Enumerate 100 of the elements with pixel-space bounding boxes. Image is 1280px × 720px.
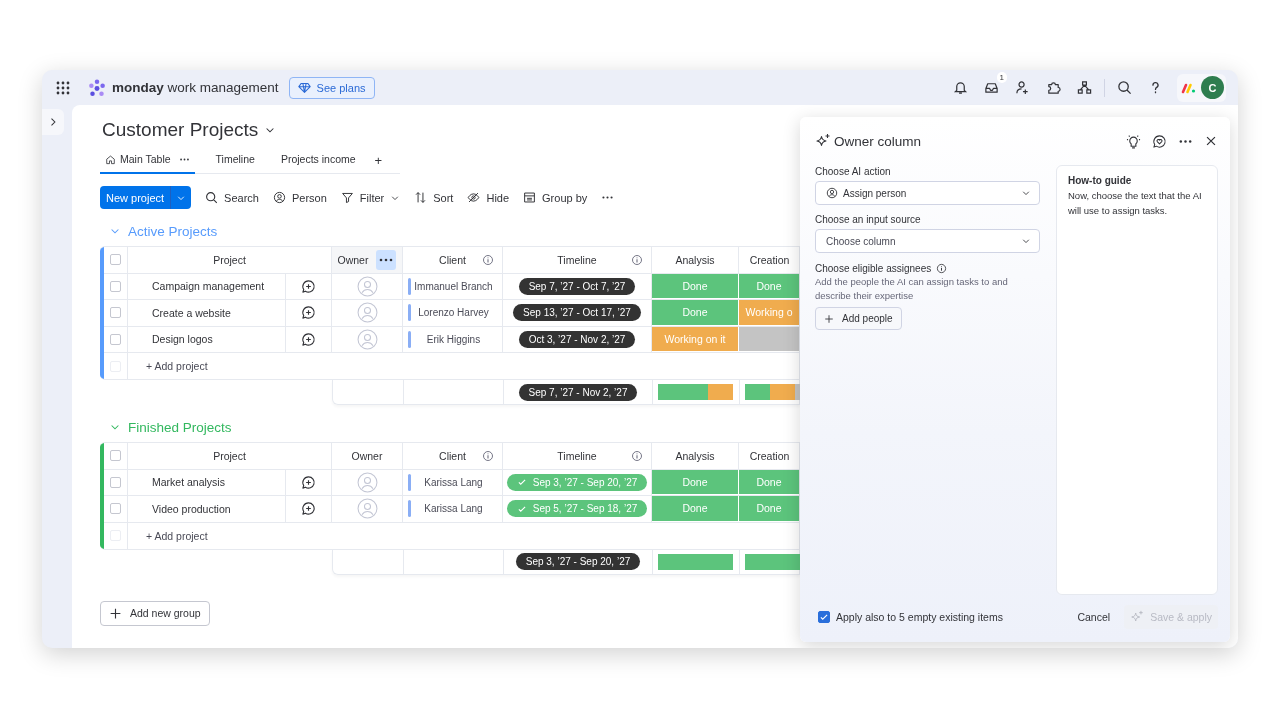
diamond-icon	[297, 81, 311, 94]
column-header[interactable]: Timeline	[557, 253, 597, 266]
close-icon[interactable]	[1204, 134, 1218, 148]
view-tab[interactable]: Projects income	[275, 147, 361, 174]
column-header[interactable]: Client	[439, 449, 466, 462]
column-header[interactable]: Creation	[749, 253, 790, 266]
check-icon	[516, 477, 527, 488]
add-group-button[interactable]: Add new group	[100, 600, 210, 626]
plus-icon	[824, 313, 834, 324]
timeline-pill[interactable]: Sep 7, ’27 - Oct 7, ’27	[518, 277, 636, 295]
info-icon[interactable]	[482, 254, 494, 266]
client-name: Karissa Lang	[423, 503, 484, 515]
panel-title: Owner column	[834, 133, 922, 149]
user-avatar[interactable]: C	[1201, 76, 1224, 99]
toolbar-button[interactable]: Hide	[467, 191, 510, 204]
toolbar-button[interactable]: Person	[272, 191, 327, 204]
field-label: Choose AI action	[815, 166, 892, 177]
lightbulb-icon[interactable]	[1126, 133, 1141, 149]
column-header[interactable]: Owner	[351, 449, 383, 462]
info-icon[interactable]	[631, 450, 643, 462]
info-icon[interactable]	[482, 450, 494, 462]
add-update-icon[interactable]	[301, 501, 316, 517]
field-description: Add the people the AI can assign tasks to and describe their expertise	[815, 275, 1009, 303]
sparkle-icon	[1130, 610, 1145, 624]
chat-icon[interactable]	[1152, 133, 1167, 149]
hidden-eye-icon	[467, 191, 481, 204]
select-all-checkbox[interactable]	[110, 450, 121, 462]
add-view-button[interactable]: +	[374, 152, 383, 168]
toolbar-button[interactable]: Search	[205, 191, 259, 204]
invite-person-icon[interactable]	[1015, 80, 1030, 95]
timeline-pill[interactable]: Oct 3, ’27 - Nov 2, ’27	[518, 330, 636, 348]
client-name: Immanuel Branch	[413, 280, 494, 292]
field-label: Choose an input source	[815, 214, 922, 225]
info-icon[interactable]	[631, 254, 643, 266]
toolbar-button[interactable]: Group by	[523, 191, 588, 204]
see-plans-button[interactable]: See plans	[288, 76, 375, 99]
cancel-button[interactable]: Cancel	[1071, 610, 1117, 624]
row-checkbox[interactable]	[110, 476, 121, 488]
apply-checkbox[interactable]	[818, 611, 830, 623]
column-header[interactable]: Project	[213, 449, 246, 462]
add-update-icon[interactable]	[301, 331, 316, 347]
row-checkbox[interactable]	[110, 503, 121, 515]
sort-icon	[414, 191, 428, 204]
notification-badge: 1	[996, 72, 1007, 83]
account-switcher[interactable]: C	[1177, 73, 1226, 102]
column-header[interactable]: Analysis	[675, 253, 715, 266]
add-update-icon[interactable]	[301, 305, 316, 321]
search-icon	[205, 191, 219, 204]
new-project-button[interactable]: New project	[100, 186, 192, 209]
logo-icon	[88, 78, 106, 97]
select-all-checkbox[interactable]	[110, 254, 121, 266]
sidebar-toggle[interactable]	[42, 109, 64, 135]
column-header[interactable]: Client	[439, 253, 466, 266]
row-checkbox[interactable]	[110, 307, 121, 319]
person-icon	[272, 191, 286, 204]
sparkle-icon	[815, 133, 831, 149]
plus-icon	[109, 606, 122, 620]
add-item-link[interactable]: + Add project	[128, 522, 799, 549]
status-cell[interactable]	[739, 326, 799, 352]
client-name: Lorenzo Harvey	[417, 307, 490, 319]
view-tab[interactable]: Main Table	[100, 147, 195, 174]
timeline-summary-pill: Sep 3, ’27 - Sep 20, ’27	[515, 553, 641, 570]
row-checkbox[interactable]	[110, 333, 121, 345]
item-name[interactable]: Create a website	[152, 306, 231, 319]
item-name[interactable]: Design logos	[152, 333, 213, 346]
item-name[interactable]: Campaign management	[152, 280, 265, 293]
item-name[interactable]: Video production	[152, 502, 231, 515]
column-header[interactable]: Timeline	[557, 449, 597, 462]
add-update-icon[interactable]	[301, 278, 316, 294]
dropdown-field[interactable]: Assign person	[815, 181, 1040, 205]
timeline-pill[interactable]: Sep 13, ’27 - Oct 17, ’27	[513, 304, 641, 322]
group-by-icon	[523, 191, 537, 204]
nodes-icon[interactable]	[1077, 80, 1092, 95]
inbox-icon[interactable]	[984, 80, 999, 95]
add-update-icon[interactable]	[301, 474, 316, 490]
search-icon[interactable]	[1117, 80, 1132, 95]
guide-title: How-to guide	[1068, 175, 1133, 186]
column-header[interactable]: Creation	[749, 449, 790, 462]
toolbar-button[interactable]: Sort	[414, 191, 454, 204]
item-name[interactable]: Market analysis	[152, 476, 225, 489]
filter-icon	[340, 191, 354, 204]
notifications-icon[interactable]	[953, 80, 968, 95]
view-tab[interactable]: Timeline	[210, 147, 260, 174]
puzzle-icon[interactable]	[1046, 80, 1061, 95]
status-summary-bar	[745, 553, 801, 570]
column-menu-icon[interactable]	[376, 249, 397, 270]
dropdown-field[interactable]: Choose column	[815, 229, 1040, 253]
check-icon	[819, 612, 829, 622]
info-icon[interactable]	[936, 263, 948, 274]
board-title: Customer Projects	[102, 118, 259, 142]
column-header[interactable]: Analysis	[675, 449, 715, 462]
person-icon	[826, 187, 838, 199]
add-people-button[interactable]: Add people	[815, 307, 902, 330]
add-item-link[interactable]: + Add project	[128, 353, 799, 379]
toolbar-button[interactable]: Filter	[340, 191, 401, 204]
apps-grid-icon[interactable]	[55, 79, 71, 96]
column-header[interactable]: Project	[213, 253, 246, 266]
client-name: Karissa Lang	[423, 476, 484, 488]
caret-icon	[1021, 188, 1031, 198]
row-checkbox[interactable]	[110, 280, 121, 292]
